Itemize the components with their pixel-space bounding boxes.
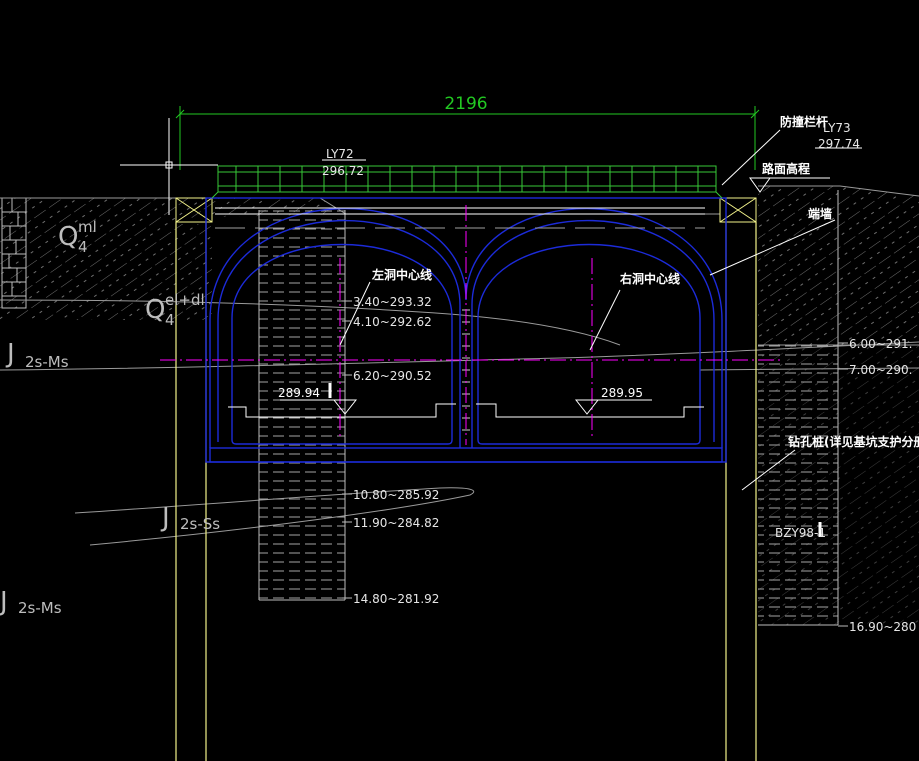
svg-text:2s-Ms: 2s-Ms <box>18 599 62 617</box>
svg-text:6.20~290.52: 6.20~290.52 <box>353 369 432 383</box>
right-floor-elevation: 289.95 <box>601 386 643 400</box>
svg-text:4: 4 <box>78 238 88 256</box>
svg-text:4: 4 <box>165 311 175 329</box>
borehole-left-column <box>258 210 346 601</box>
centerlines <box>160 205 780 445</box>
svg-text:2s-Ms: 2s-Ms <box>25 353 69 371</box>
svg-text:296.72: 296.72 <box>322 164 364 178</box>
survey-point-ly72: LY72 296.72 <box>322 147 364 178</box>
svg-text:3.40~293.32: 3.40~293.32 <box>353 295 432 309</box>
svg-text:el+dl: el+dl <box>165 291 205 309</box>
guardrail <box>211 165 723 199</box>
dimension-span-label: 2196 <box>444 94 487 114</box>
svg-text:Q: Q <box>145 295 165 325</box>
svg-text:J: J <box>160 503 170 533</box>
stratum-label-j2s-ss: J 2s-Ss <box>160 503 220 533</box>
dimension-line <box>175 106 760 170</box>
svg-text:J: J <box>0 587 8 617</box>
callout-end-wall: 端墙 <box>808 206 832 221</box>
svg-text:16.90~280: 16.90~280 <box>849 620 916 634</box>
svg-text:7.00~290.: 7.00~290. <box>849 363 913 377</box>
stratum-label-j2s-ms-lower: J 2s-Ms <box>0 587 62 617</box>
callout-road-elevation: 路面高程 <box>762 161 810 176</box>
svg-text:Q: Q <box>58 222 78 252</box>
borehole-id-label: BZY98-1 <box>775 526 826 540</box>
svg-text:10.80~285.92: 10.80~285.92 <box>353 488 439 502</box>
svg-text:J: J <box>5 339 15 369</box>
stratum-label-j2s-ms-upper: J 2s-Ms <box>5 339 69 371</box>
elevation-tick <box>328 383 822 537</box>
callout-bored-pile: 钻孔桩(详见基坑支护分册) <box>788 434 919 449</box>
svg-text:11.90~284.82: 11.90~284.82 <box>353 516 439 530</box>
callout-right-centerline: 右洞中心线 <box>619 271 680 286</box>
callout-left-centerline: 左洞中心线 <box>371 267 432 282</box>
left-floor-elevation: 289.94 <box>278 386 320 400</box>
svg-text:2s-Ss: 2s-Ss <box>180 515 220 533</box>
svg-text:297.74: 297.74 <box>818 137 860 151</box>
svg-text:4.10~292.62: 4.10~292.62 <box>353 315 432 329</box>
svg-text:LY72: LY72 <box>326 147 354 161</box>
callout-guardrail: 防撞栏杆 <box>780 114 828 129</box>
svg-text:14.80~281.92: 14.80~281.92 <box>353 592 439 606</box>
cad-drawing-canvas: 2196 LY72 296.72 LY73 297.74 防撞栏杆 路面高程 端… <box>0 94 919 761</box>
svg-text:6.00~291.: 6.00~291. <box>849 337 913 351</box>
svg-text:ml: ml <box>78 218 97 236</box>
borehole-left-readings: 3.40~293.32 4.10~292.62 6.20~290.52 10.8… <box>353 295 439 606</box>
